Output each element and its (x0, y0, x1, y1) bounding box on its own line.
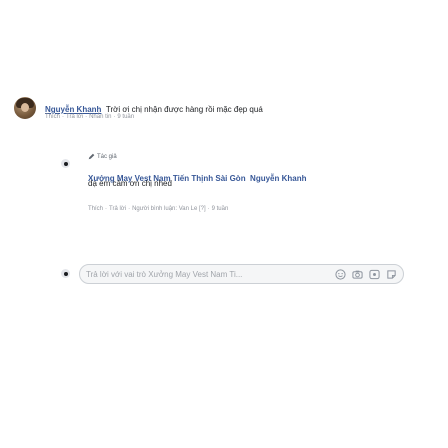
sticker-icon[interactable] (386, 269, 397, 280)
reply-like-link[interactable]: Thích (88, 206, 103, 212)
reply-link[interactable]: Trả lời (66, 114, 83, 120)
info-marker[interactable]: [?] (199, 206, 206, 212)
like-link[interactable]: Thích (45, 114, 60, 120)
camera-icon[interactable] (352, 269, 363, 280)
reply-text: dạ em cảm ơn chị nhed (88, 179, 172, 188)
page-avatar[interactable] (61, 159, 70, 168)
mention-link[interactable]: Nguyễn Khanh (250, 174, 306, 183)
author-badge-label: Tác giả (97, 153, 117, 160)
comment-actions: Thích · Trả lời · Nhắn tin · 9 tuần (45, 114, 135, 120)
reply-reply-link[interactable]: Trả lời (109, 206, 126, 212)
reply-timestamp[interactable]: 9 tuần (212, 206, 229, 212)
pencil-icon (88, 153, 95, 160)
reply-input[interactable] (86, 269, 321, 279)
comment-timestamp[interactable]: 9 tuần (117, 114, 134, 120)
gif-icon[interactable] (369, 269, 380, 280)
commenter-avatar[interactable] (14, 97, 36, 119)
reply-actions: Thích · Trả lời · Người bình luận: Van Le [?… (88, 206, 229, 212)
comment-text: Trời ơi chị nhận được hàng rồi mặc đẹp q… (105, 105, 263, 114)
emoji-icon[interactable] (335, 268, 346, 280)
message-link[interactable]: Nhắn tin (89, 114, 111, 120)
comment-author-link[interactable]: Nguyễn Khanh (45, 105, 101, 114)
commenter-info: Người bình luận: Van Le (132, 206, 198, 212)
reply-box-avatar (61, 269, 70, 278)
reply-input-container[interactable] (79, 264, 404, 284)
author-badge: Tác giả (88, 153, 117, 160)
